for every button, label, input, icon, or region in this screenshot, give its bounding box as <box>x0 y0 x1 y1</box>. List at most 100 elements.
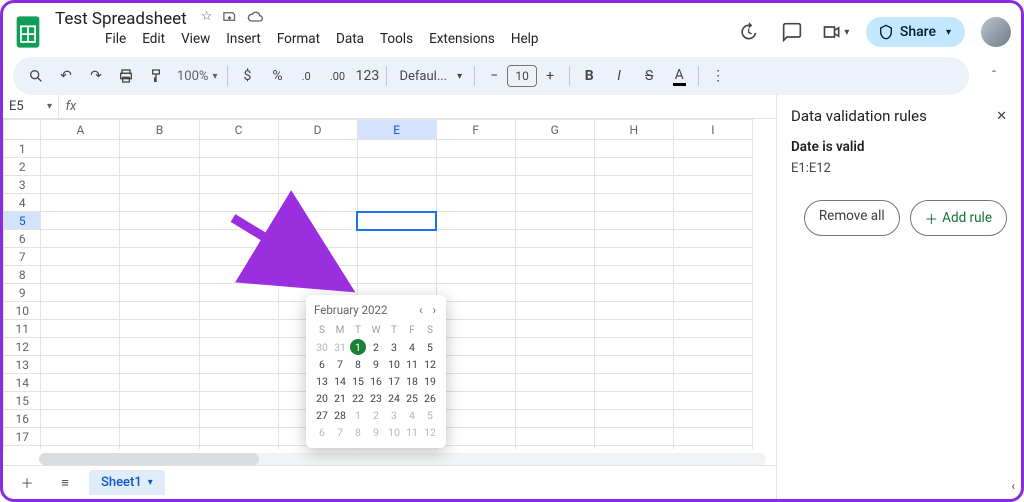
cell-C16[interactable] <box>199 410 278 428</box>
cell-D8[interactable] <box>278 266 357 284</box>
decrease-decimal-icon[interactable]: .0 <box>294 63 320 89</box>
dp-day-6[interactable]: 6 <box>314 356 330 372</box>
cell-I18[interactable] <box>673 446 752 450</box>
dp-day-10[interactable]: 10 <box>386 424 402 440</box>
cell-H9[interactable] <box>594 284 673 302</box>
cell-G18[interactable] <box>515 446 594 450</box>
side-panel-collapse-icon[interactable]: ‹ <box>1011 479 1015 493</box>
dp-day-7[interactable]: 7 <box>332 424 348 440</box>
cell-A17[interactable] <box>41 428 120 446</box>
cloud-status-icon[interactable] <box>247 9 263 29</box>
cell-G9[interactable] <box>515 284 594 302</box>
col-header-C[interactable]: C <box>199 120 278 140</box>
cell-F15[interactable] <box>436 392 515 410</box>
cell-E3[interactable] <box>357 176 436 194</box>
cell-C5[interactable] <box>199 212 278 230</box>
menu-tools[interactable]: Tools <box>374 29 419 49</box>
cell-H17[interactable] <box>594 428 673 446</box>
cell-E1[interactable] <box>357 140 436 158</box>
cell-I17[interactable] <box>673 428 752 446</box>
font-size-input[interactable]: 10 <box>507 65 537 87</box>
cell-C18[interactable] <box>199 446 278 450</box>
cell-I15[interactable] <box>673 392 752 410</box>
cell-C2[interactable] <box>199 158 278 176</box>
zoom-select[interactable]: 100% ▾ <box>173 69 221 84</box>
currency-icon[interactable]: $ <box>234 63 260 89</box>
dp-day-2[interactable]: 2 <box>368 407 384 423</box>
cell-A13[interactable] <box>41 356 120 374</box>
dp-day-11[interactable]: 11 <box>404 356 420 372</box>
cell-G5[interactable] <box>515 212 594 230</box>
dp-day-15[interactable]: 15 <box>350 373 366 389</box>
cell-I5[interactable] <box>673 212 752 230</box>
dp-day-20[interactable]: 20 <box>314 390 330 406</box>
cell-B15[interactable] <box>120 392 199 410</box>
cell-F1[interactable] <box>436 140 515 158</box>
cell-H8[interactable] <box>594 266 673 284</box>
row-header-16[interactable]: 16 <box>4 410 41 428</box>
row-header-6[interactable]: 6 <box>4 230 41 248</box>
menu-view[interactable]: View <box>175 29 216 49</box>
increase-decimal-icon[interactable]: .00 <box>324 63 350 89</box>
cell-B11[interactable] <box>120 320 199 338</box>
row-header-4[interactable]: 4 <box>4 194 41 212</box>
dp-day-31[interactable]: 31 <box>332 339 348 355</box>
all-sheets-icon[interactable]: ≡ <box>51 469 79 497</box>
row-header-13[interactable]: 13 <box>4 356 41 374</box>
dp-day-1[interactable]: 1 <box>350 407 366 423</box>
dp-day-9[interactable]: 9 <box>368 356 384 372</box>
dp-day-9[interactable]: 9 <box>368 424 384 440</box>
paint-format-icon[interactable] <box>143 63 169 89</box>
cell-A14[interactable] <box>41 374 120 392</box>
menu-insert[interactable]: Insert <box>220 29 267 49</box>
cell-E5[interactable] <box>357 212 436 230</box>
cell-B6[interactable] <box>120 230 199 248</box>
cell-F5[interactable] <box>436 212 515 230</box>
cell-F7[interactable] <box>436 248 515 266</box>
row-header-7[interactable]: 7 <box>4 248 41 266</box>
row-header-14[interactable]: 14 <box>4 374 41 392</box>
cell-A11[interactable] <box>41 320 120 338</box>
menu-format[interactable]: Format <box>271 29 326 49</box>
col-header-A[interactable]: A <box>41 120 120 140</box>
share-button[interactable]: Share ▾ <box>866 17 965 47</box>
cell-B17[interactable] <box>120 428 199 446</box>
cell-D4[interactable] <box>278 194 357 212</box>
cell-C7[interactable] <box>199 248 278 266</box>
row-header-5[interactable]: 5 <box>4 212 41 230</box>
cell-A4[interactable] <box>41 194 120 212</box>
dp-day-13[interactable]: 13 <box>314 373 330 389</box>
dp-day-3[interactable]: 3 <box>386 407 402 423</box>
cell-G13[interactable] <box>515 356 594 374</box>
dp-day-24[interactable]: 24 <box>386 390 402 406</box>
cell-B14[interactable] <box>120 374 199 392</box>
cell-F10[interactable] <box>436 302 515 320</box>
row-header-15[interactable]: 15 <box>4 392 41 410</box>
print-icon[interactable] <box>113 63 139 89</box>
cell-H14[interactable] <box>594 374 673 392</box>
cell-G10[interactable] <box>515 302 594 320</box>
text-color-icon[interactable]: A <box>666 63 692 89</box>
dp-day-17[interactable]: 17 <box>386 373 402 389</box>
cell-H5[interactable] <box>594 212 673 230</box>
cell-B5[interactable] <box>120 212 199 230</box>
dp-day-28[interactable]: 28 <box>332 407 348 423</box>
cell-B10[interactable] <box>120 302 199 320</box>
dp-day-12[interactable]: 12 <box>422 424 438 440</box>
cell-B12[interactable] <box>120 338 199 356</box>
cell-C11[interactable] <box>199 320 278 338</box>
cell-C15[interactable] <box>199 392 278 410</box>
row-header-10[interactable]: 10 <box>4 302 41 320</box>
italic-icon[interactable]: I <box>606 63 632 89</box>
account-avatar[interactable] <box>981 17 1011 47</box>
select-all-corner[interactable] <box>4 120 41 140</box>
cell-B18[interactable] <box>120 446 199 450</box>
dp-day-8[interactable]: 8 <box>350 424 366 440</box>
cell-H12[interactable] <box>594 338 673 356</box>
cell-I4[interactable] <box>673 194 752 212</box>
cell-F6[interactable] <box>436 230 515 248</box>
cell-E6[interactable] <box>357 230 436 248</box>
cell-F14[interactable] <box>436 374 515 392</box>
cell-H11[interactable] <box>594 320 673 338</box>
cell-G3[interactable] <box>515 176 594 194</box>
